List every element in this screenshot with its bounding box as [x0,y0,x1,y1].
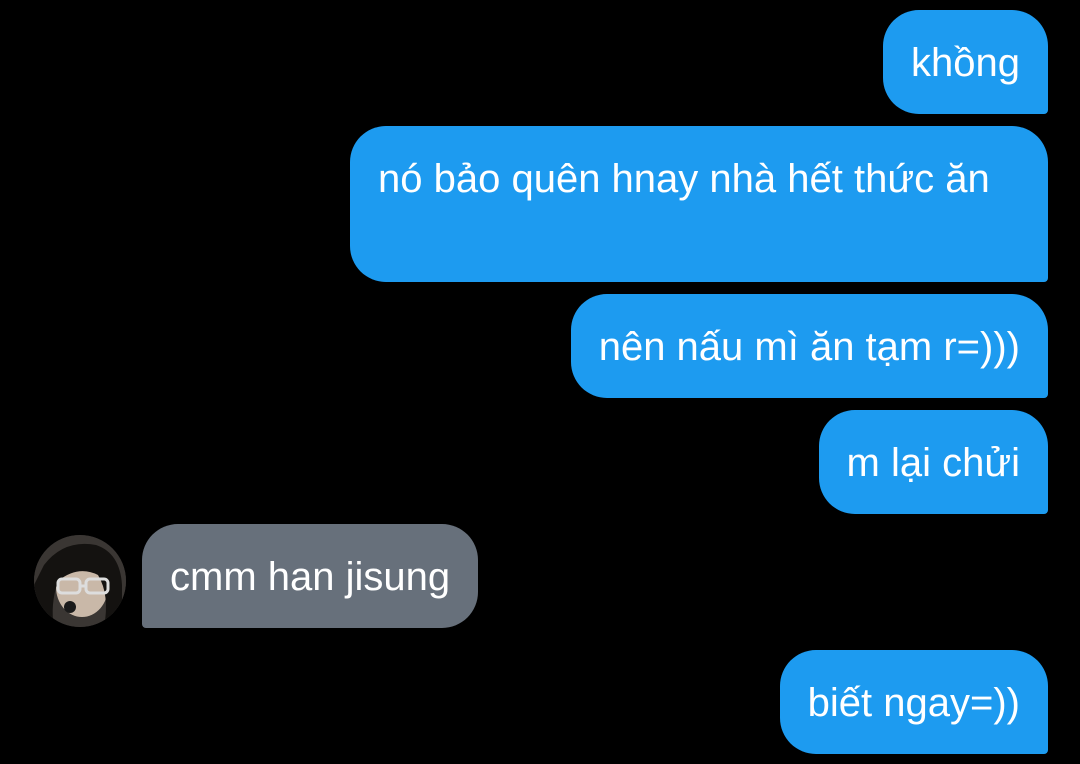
message-bubble-outgoing[interactable]: biết ngay=)) [779,650,1048,754]
message-text: m lại chửi [846,441,1020,485]
message-text: khồng [911,41,1020,85]
message-text: cmm han jisung [170,555,451,599]
message-text: biết ngay=)) [807,681,1020,725]
message-bubble-incoming[interactable]: cmm han jisung [142,524,479,628]
message-bubble-outgoing[interactable]: nên nấu mì ăn tạm r=))) [570,294,1048,398]
message-text: nó bảo quên hnay nhà hết thức ăn [378,157,990,201]
message-bubble-outgoing[interactable]: nó bảo quên hnay nhà hết thức ăn [350,126,1048,282]
message-text: nên nấu mì ăn tạm r=))) [598,325,1020,369]
message-bubble-outgoing[interactable]: m lại chửi [818,410,1048,514]
avatar-photo-icon [34,535,126,627]
message-bubble-outgoing[interactable]: khồng [883,10,1048,114]
contact-avatar[interactable] [34,535,126,627]
